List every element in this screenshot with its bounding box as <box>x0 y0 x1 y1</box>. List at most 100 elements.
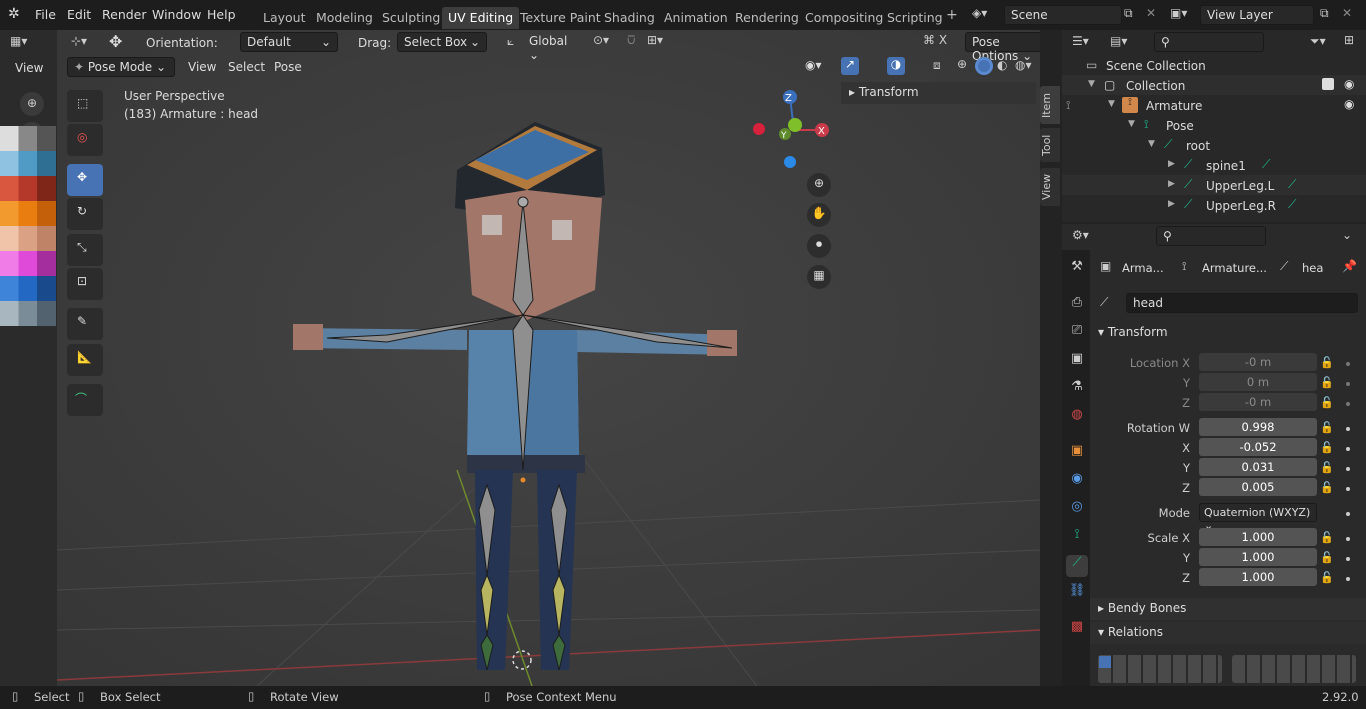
add-workspace-icon[interactable]: + <box>946 7 958 23</box>
mode-dropdown[interactable]: ✦ Pose Mode ⌄ <box>67 57 175 77</box>
lock-icon[interactable]: 🔓 <box>1320 376 1334 390</box>
menu-pose[interactable]: Pose <box>274 60 302 74</box>
scale-x-field[interactable]: 1.000 <box>1199 528 1317 546</box>
tab-rendering[interactable]: Rendering <box>729 7 805 29</box>
tool-tab-icon[interactable]: ⚒ <box>1066 259 1088 281</box>
navigation-gizmo[interactable]: Z X Y <box>747 85 837 175</box>
relax-pose-tool[interactable]: ⌒ <box>67 384 103 416</box>
outliner-search-input[interactable]: ⚲ <box>1154 32 1264 52</box>
tab-animation[interactable]: Animation <box>658 7 734 29</box>
lock-icon[interactable]: 🔓 <box>1320 461 1334 475</box>
render-tab-icon[interactable]: ⎙ <box>1066 295 1088 317</box>
keyframe-dot[interactable] <box>1346 512 1350 516</box>
tab-layout[interactable]: Layout <box>257 7 312 29</box>
keyframe-dot[interactable] <box>1346 557 1350 561</box>
pan-view-icon[interactable]: ✋ <box>807 203 831 227</box>
lock-icon[interactable]: 🔓 <box>1320 481 1334 495</box>
rotation-z-field[interactable]: 0.005 <box>1199 478 1317 496</box>
menu-view[interactable]: View <box>188 60 216 74</box>
options-dropdown-icon[interactable]: ⌄ <box>1342 228 1352 242</box>
outliner-row[interactable]: ▼ ▢ Collection ◉ <box>1062 75 1366 95</box>
view-layer-copy-icon[interactable]: ⧉ <box>1320 6 1329 21</box>
wireframe-shading-icon[interactable]: ⊕ <box>957 57 967 71</box>
location-z-field[interactable]: -0 m <box>1199 393 1317 411</box>
keyframe-dot[interactable] <box>1346 402 1350 406</box>
lock-icon[interactable]: 🔓 <box>1320 551 1334 565</box>
rotation-w-field[interactable]: 0.998 <box>1199 418 1317 436</box>
keyframe-dot[interactable] <box>1346 447 1350 451</box>
outliner-row[interactable]: ▼ ⟟ Pose <box>1062 115 1366 135</box>
bone-constraint-tab-icon[interactable]: ⛓ <box>1066 583 1088 605</box>
lock-icon[interactable]: 🔓 <box>1320 356 1334 370</box>
view-layer-tab-icon[interactable]: ▣ <box>1066 351 1088 373</box>
eye-icon[interactable]: ◉ <box>1344 97 1354 111</box>
x-mirror-icon[interactable]: ⌘ X <box>923 33 947 47</box>
keyframe-dot[interactable] <box>1346 487 1350 491</box>
scale-tool[interactable]: ⤡ <box>67 234 103 266</box>
location-y-field[interactable]: 0 m <box>1199 373 1317 391</box>
outliner-row[interactable]: ▼ ⟟ Armature ◉ <box>1062 95 1366 115</box>
scale-z-field[interactable]: 1.000 <box>1199 568 1317 586</box>
gizmo-toggle-icon[interactable]: ↗ <box>841 57 859 75</box>
physics-tab-icon[interactable]: ◎ <box>1066 499 1088 521</box>
outliner-row[interactable]: ▶ ⟋ spine1 ⟋ <box>1062 155 1366 175</box>
menu-select[interactable]: Select <box>228 60 265 74</box>
tab-item[interactable]: Item <box>1040 86 1060 124</box>
cursor-tool[interactable]: ◎ <box>67 124 103 156</box>
tab-scripting[interactable]: Scripting <box>881 7 949 29</box>
tab-view[interactable]: View <box>1040 168 1060 206</box>
zoom-icon[interactable]: ⊕ <box>20 92 44 116</box>
object-data-tab-icon[interactable]: ⟟ <box>1066 527 1088 549</box>
xray-icon[interactable]: ⧈ <box>933 58 941 73</box>
rotation-mode-dropdown[interactable]: Quaternion (WXYZ) ⌄ <box>1199 503 1317 532</box>
scene-type-icon[interactable]: ◈▾ <box>972 6 987 20</box>
scene-copy-icon[interactable]: ⧉ <box>1124 6 1133 21</box>
tab-compositing[interactable]: Compositing <box>799 7 889 29</box>
rotation-x-field[interactable]: -0.052 <box>1199 438 1317 456</box>
lock-icon[interactable]: 🔓 <box>1320 571 1334 585</box>
scale-y-field[interactable]: 1.000 <box>1199 548 1317 566</box>
annotate-tool[interactable]: ✎ <box>67 308 103 340</box>
solid-shading-icon[interactable] <box>975 57 993 75</box>
active-bone-layer[interactable] <box>1099 656 1111 668</box>
view-layer-close-icon[interactable]: ✕ <box>1342 6 1352 20</box>
expand-arrow-icon[interactable]: ▼ <box>1148 139 1155 149</box>
rendered-shading-icon[interactable]: ◍▾ <box>1015 58 1032 72</box>
lock-icon[interactable]: 🔓 <box>1320 441 1334 455</box>
menu-file[interactable]: File <box>35 7 56 22</box>
expand-arrow-icon[interactable]: ▶ <box>1168 159 1175 169</box>
transform-panel-header[interactable]: ▾ Transform <box>1098 325 1360 343</box>
sidebar-transform-panel[interactable]: ▸ Transform <box>841 82 1036 104</box>
object-tab-icon[interactable]: ▣ <box>1066 443 1088 465</box>
lock-icon[interactable]: 🔓 <box>1320 531 1334 545</box>
ortho-toggle-icon[interactable]: ▦ <box>807 265 831 289</box>
filter-icon[interactable]: ⏷▾ <box>1310 34 1326 49</box>
pin-icon[interactable]: 📌 <box>1342 259 1357 273</box>
lock-icon[interactable]: 🔓 <box>1320 421 1334 435</box>
bone-layers-grid-right[interactable] <box>1232 655 1356 683</box>
blender-logo-icon[interactable]: ✲ <box>8 6 26 24</box>
editor-type-icon[interactable]: ▦▾ <box>10 34 27 48</box>
visibility-icon[interactable]: ◉▾ <box>805 58 822 72</box>
scene-field[interactable]: Scene <box>1004 5 1122 25</box>
bendy-bones-panel-header[interactable]: ▸ Bendy Bones <box>1090 598 1366 620</box>
keyframe-dot[interactable] <box>1346 577 1350 581</box>
pose-options-dropdown[interactable]: Pose Options ⌄ <box>965 32 1040 63</box>
scene-close-icon[interactable]: ✕ <box>1146 6 1156 20</box>
overlays-toggle-icon[interactable]: ◑ <box>887 57 905 75</box>
outliner-row[interactable]: ▼ ⟋ root <box>1062 135 1366 155</box>
eye-icon[interactable]: ◉ <box>1344 77 1354 91</box>
rotate-tool[interactable]: ↻ <box>67 198 103 230</box>
tab-tool[interactable]: Tool <box>1040 128 1060 162</box>
bone-tab-icon[interactable]: ⟋ <box>1066 555 1088 577</box>
view-layer-field[interactable]: View Layer <box>1200 5 1314 25</box>
expand-arrow-icon[interactable]: ▶ <box>1168 179 1175 189</box>
expand-arrow-icon[interactable]: ▼ <box>1108 99 1115 109</box>
snap-target-icon[interactable]: ⊞▾ <box>647 33 663 47</box>
menu-window[interactable]: Window <box>152 7 201 22</box>
snap-icon[interactable]: ⩂ <box>627 33 635 48</box>
keyframe-dot[interactable] <box>1346 427 1350 431</box>
outliner-row[interactable]: ▶ ⟋ UpperLeg.R ⟋ <box>1062 195 1366 215</box>
expand-arrow-icon[interactable]: ▶ <box>1168 199 1175 209</box>
tab-sculpting[interactable]: Sculpting <box>376 7 446 29</box>
